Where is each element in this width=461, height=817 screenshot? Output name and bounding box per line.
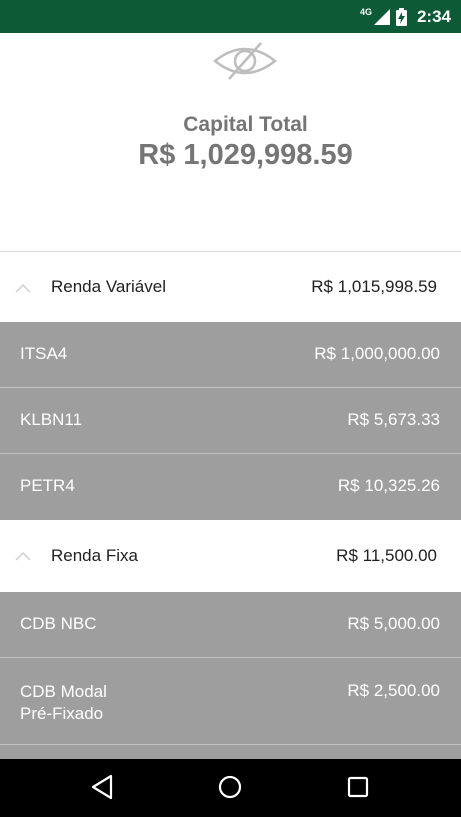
asset-row-petr4[interactable]: PETR4 R$ 10,325.26 <box>0 454 461 520</box>
eye-slash-icon <box>212 41 278 86</box>
group-name: Renda Variável <box>51 277 166 296</box>
asset-row-cdb-modal[interactable]: CDB Modal Pré-Fixado R$ 2,500.00 <box>0 658 461 745</box>
group-name: Renda Fixa <box>51 546 138 565</box>
asset-name-line1: CDB Modal <box>20 682 107 701</box>
asset-name: PETR4 <box>20 476 75 495</box>
asset-name: CDB Modal Pré-Fixado <box>20 681 107 725</box>
asset-row-klbn11[interactable]: KLBN11 R$ 5,673.33 <box>0 388 461 454</box>
capital-header: Capital Total R$ 1,029,998.59 <box>0 33 461 252</box>
chevron-up-icon[interactable] <box>14 548 32 566</box>
circle-home-icon <box>217 774 243 805</box>
network-type: 4G <box>359 6 372 17</box>
triangle-back-icon <box>90 774 114 805</box>
capital-total-label: Capital Total <box>183 113 308 136</box>
asset-value: R$ 5,673.33 <box>347 410 440 429</box>
nav-recents-button[interactable] <box>343 775 373 803</box>
asset-name-line2: Pré-Fixado <box>20 704 104 723</box>
asset-name: CDB NBC <box>20 614 97 633</box>
portfolio-list: Renda Variável R$ 1,015,998.59 ITSA4 R$ … <box>0 252 461 765</box>
square-recents-icon <box>346 775 370 804</box>
battery-charging-icon <box>395 7 407 26</box>
asset-value: R$ 1,000,000.00 <box>314 344 440 363</box>
toggle-visibility-button[interactable] <box>210 41 280 85</box>
navigation-bar <box>0 759 461 817</box>
group-header-renda-variavel[interactable]: Renda Variável R$ 1,015,998.59 <box>0 252 461 322</box>
asset-row-cdb-nbc[interactable]: CDB NBC R$ 5,000.00 <box>0 592 461 658</box>
asset-row-itsa4[interactable]: ITSA4 R$ 1,000,000.00 <box>0 322 461 388</box>
group-header-renda-fixa[interactable]: Renda Fixa R$ 11,500.00 <box>0 520 461 592</box>
asset-value: R$ 5,000.00 <box>347 614 440 633</box>
asset-name: ITSA4 <box>20 344 68 363</box>
signal-icon <box>373 8 390 25</box>
chevron-up-icon[interactable] <box>14 280 32 298</box>
capital-total-value: R$ 1,029,998.59 <box>138 139 353 171</box>
asset-name: KLBN11 <box>20 410 83 429</box>
status-bar: 4G 2:34 <box>0 0 461 33</box>
asset-value: R$ 2,500.00 <box>347 681 440 700</box>
group-total: R$ 1,015,998.59 <box>311 277 437 296</box>
asset-value: R$ 10,325.26 <box>337 476 440 495</box>
group-total: R$ 11,500.00 <box>336 546 437 565</box>
clock: 2:34 <box>416 6 451 26</box>
nav-home-button[interactable] <box>215 775 245 803</box>
nav-back-button[interactable] <box>87 774 117 805</box>
